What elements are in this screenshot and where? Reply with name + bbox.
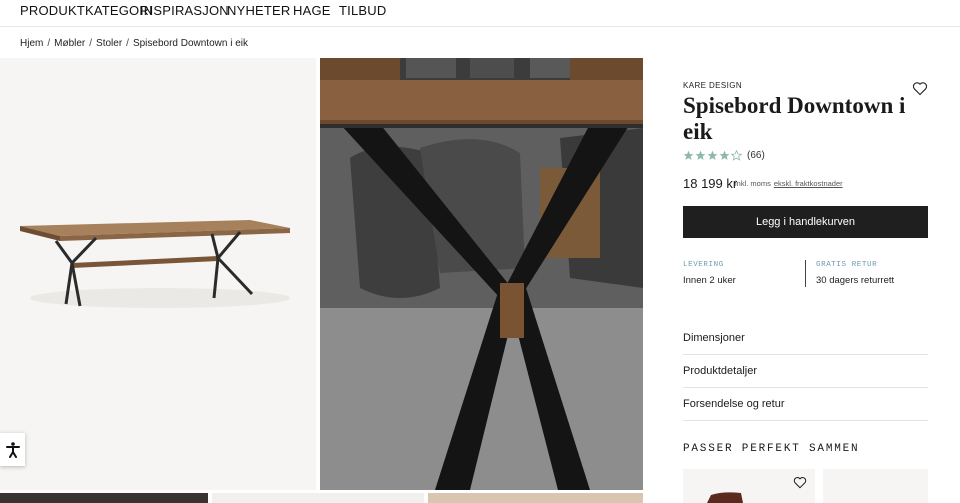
thumbnail[interactable] — [0, 493, 208, 503]
detail-illustration — [320, 58, 643, 490]
breadcrumb-current: Spisebord Downtown i eik — [132, 38, 248, 49]
price-note: inkl. moms ekskl. fraktkostnader — [735, 179, 843, 188]
delivery-label: LEVERING — [683, 261, 724, 269]
breadcrumb-separator: / — [89, 38, 93, 49]
nav-item-inspirasjon[interactable]: INSPIRASJON — [140, 3, 229, 18]
table-illustration — [20, 220, 290, 308]
nav-item-tilbud[interactable]: TILBUD — [339, 3, 386, 18]
shipping-cost-link[interactable]: ekskl. fraktkostnader — [774, 179, 843, 188]
returns-value: 30 dagers returrett — [816, 275, 895, 286]
vat-note: inkl. moms — [735, 179, 771, 188]
product-image-detail[interactable] — [320, 58, 643, 490]
breadcrumb-mobler[interactable]: Møbler — [54, 38, 85, 49]
product-brand[interactable]: KARE DESIGN — [683, 81, 742, 90]
accordion-shipping-returns[interactable]: Forsendelse og retur — [683, 388, 928, 421]
review-count[interactable]: (66) — [747, 150, 765, 161]
nav-item-nyheter[interactable]: NYHETER — [227, 3, 291, 18]
delivery-value: Innen 2 uker — [683, 275, 736, 286]
info-divider — [805, 260, 806, 287]
heart-icon — [793, 477, 807, 489]
breadcrumb-stoler[interactable]: Stoler — [96, 38, 122, 49]
product-price: 18 199 kr — [683, 176, 738, 191]
product-title: Spisebord Downtown i eik — [683, 93, 906, 144]
nav-item-produktkategori[interactable]: PRODUKTKATEGORI — [20, 3, 153, 18]
product-rating[interactable]: (66) — [683, 150, 765, 161]
matches-heading: PASSER PERFEKT SAMMEN — [683, 443, 860, 455]
thumbnail[interactable] — [428, 493, 643, 503]
accordion-dimensions[interactable]: Dimensjoner — [683, 322, 928, 355]
nav-item-hage[interactable]: HAGE — [293, 3, 331, 18]
add-to-cart-button[interactable]: Legg i handlekurven — [683, 206, 928, 238]
related-product-card[interactable] — [823, 469, 928, 503]
accordion-product-details[interactable]: Produktdetaljer — [683, 355, 928, 388]
related-wishlist-button[interactable] — [793, 476, 807, 489]
product-image-main[interactable] — [0, 58, 316, 490]
top-navigation: PRODUKTKATEGORI INSPIRASJON NYHETER HAGE… — [0, 0, 960, 27]
breadcrumb-separator: / — [126, 38, 129, 49]
star-icon — [683, 150, 742, 161]
thumbnail[interactable] — [212, 493, 424, 503]
breadcrumb: Hjem / Møbler / Stoler / Spisebord Downtown i … — [20, 38, 248, 49]
breadcrumb-home[interactable]: Hjem — [20, 38, 43, 49]
breadcrumb-separator: / — [47, 38, 51, 49]
returns-label: GRATIS RETUR — [816, 261, 878, 269]
accessibility-button[interactable] — [0, 433, 25, 466]
accessibility-icon — [5, 441, 20, 458]
